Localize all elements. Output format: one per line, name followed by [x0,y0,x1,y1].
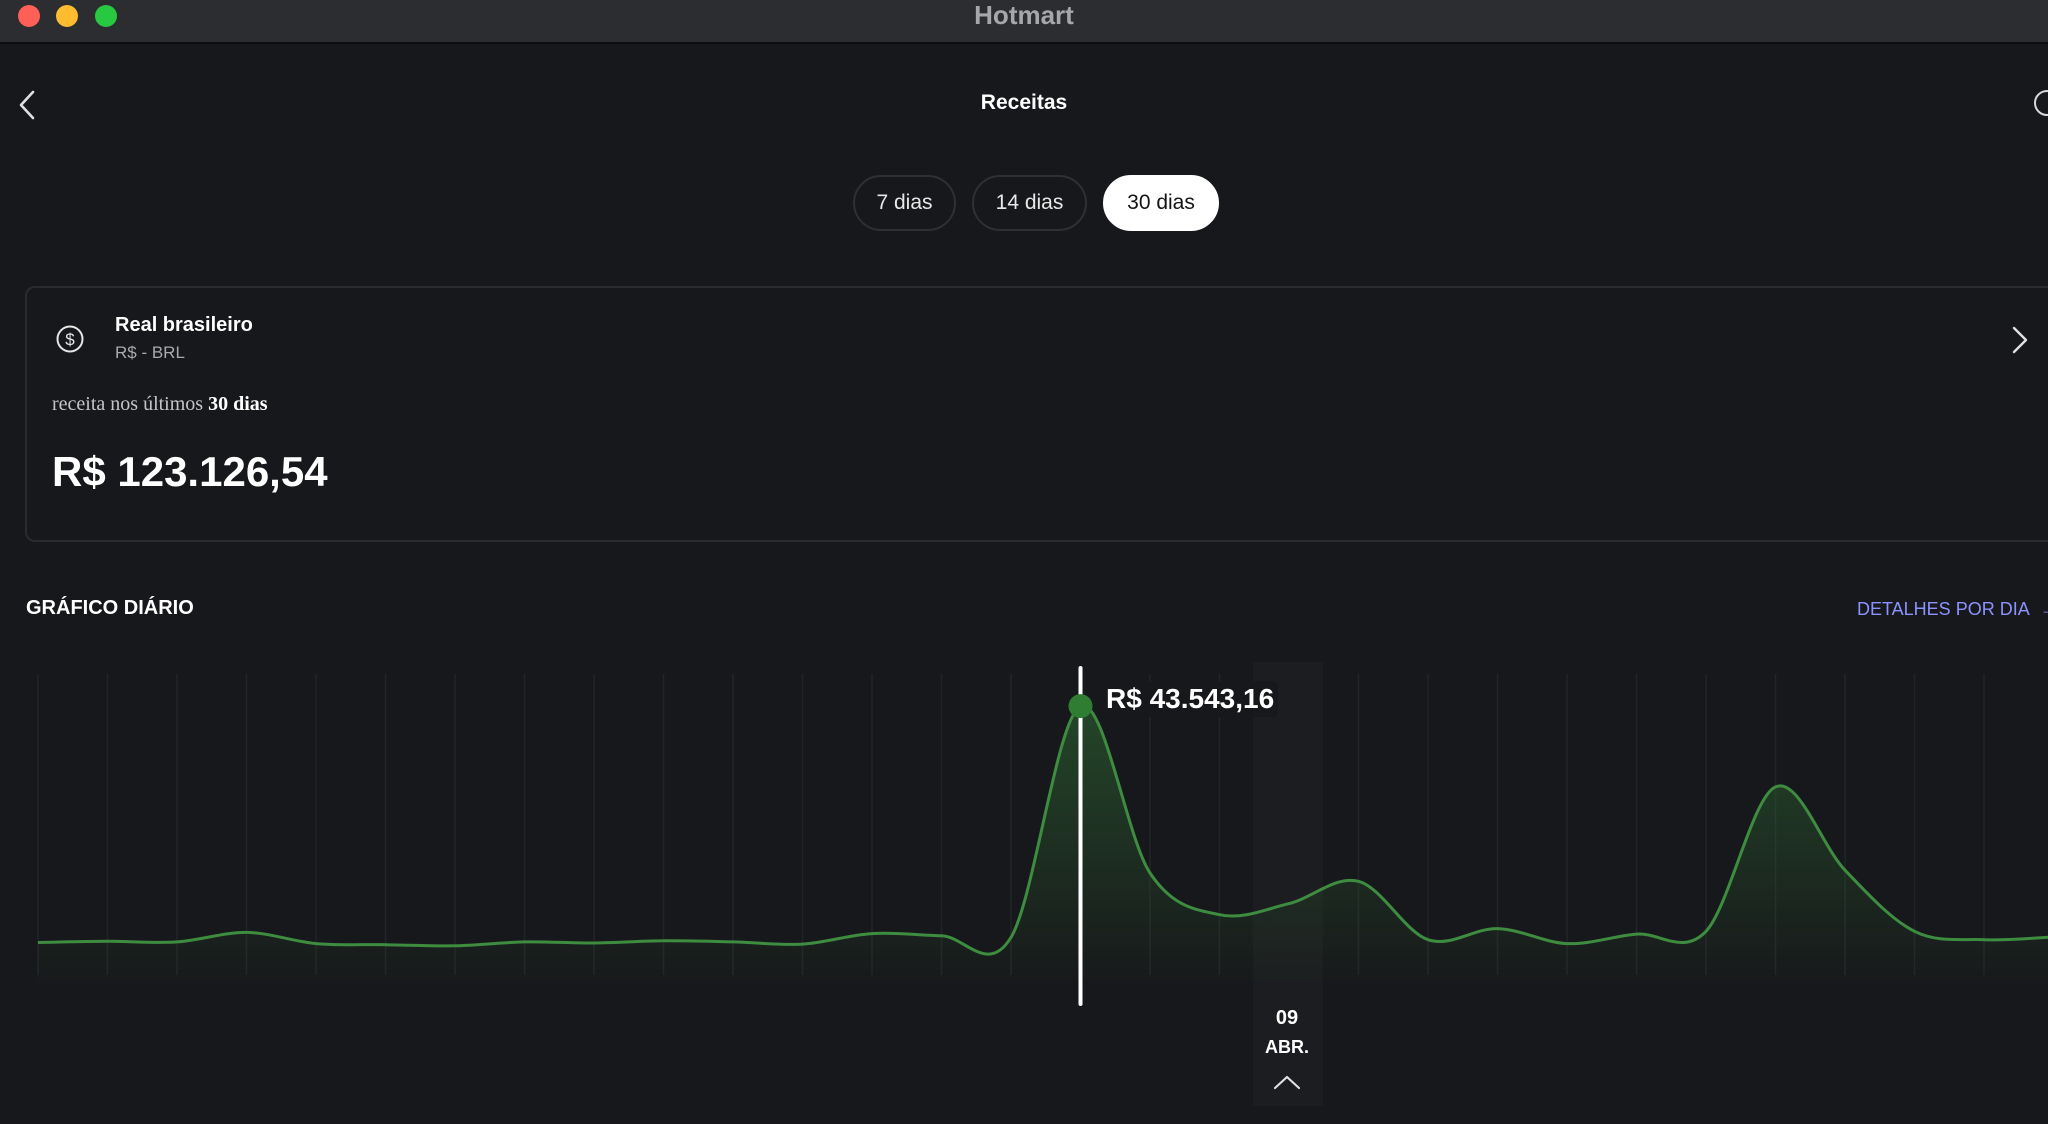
data-point-day-19[interactable] [1279,894,1299,914]
data-point-day-20[interactable] [1349,871,1369,891]
data-point-day-29[interactable] [1974,930,1994,950]
data-point-day-12[interactable] [793,934,813,954]
data-point-day-5[interactable] [306,934,326,954]
period-14-days-button[interactable]: 14 dias [972,175,1087,231]
data-point-day-15[interactable] [1001,927,1021,947]
data-point-day-24[interactable] [1627,924,1647,944]
data-point-day-3[interactable] [167,932,187,952]
selected-point-marker[interactable] [1068,694,1093,719]
period-7-days-button[interactable]: 7 dias [853,175,956,231]
details-by-day-link[interactable]: DETALHES POR DIA [1857,599,2030,620]
data-point-day-26[interactable] [1766,777,1786,797]
data-point-day-6[interactable] [376,935,396,955]
data-point-day-23[interactable] [1557,934,1577,954]
revenue-area [38,705,2048,980]
window-title-bar: Hotmart [0,0,2048,44]
selected-date-day: 09 [1275,1007,1299,1029]
data-point-day-11[interactable] [723,932,743,952]
data-point-day-22[interactable] [1488,919,1508,939]
chevron-up-icon[interactable] [1273,1074,1301,1090]
selected-date-month: ABR. [1265,1037,1309,1057]
tooltip-value: R$ 43.543,16 [1102,681,1279,717]
currency-name: Real brasileiro [115,314,253,336]
revenue-total: R$ 123.126,54 [52,448,328,495]
data-point-day-14[interactable] [932,926,952,946]
data-point-day-10[interactable] [654,931,674,951]
period-30-days-button[interactable]: 30 dias [1103,175,1219,231]
data-point-day-25[interactable] [1696,921,1716,941]
data-point-day-1[interactable] [28,932,48,952]
period-prefix: receita nos últimos [52,393,204,415]
daily-revenue-chart[interactable] [0,650,2048,1120]
period-value: 30 dias [208,393,268,415]
data-point-day-7[interactable] [445,936,465,956]
chevron-right-icon[interactable] [2010,324,2030,356]
svg-text:$: $ [65,330,75,349]
dollar-circle-icon: $ [56,325,84,353]
currency-code: R$ - BRL [115,343,185,362]
daily-chart-title: GRÁFICO DIÁRIO [26,597,194,619]
data-point-day-21[interactable] [1418,930,1438,950]
data-point-day-17[interactable] [1140,863,1160,883]
data-point-day-13[interactable] [862,924,882,944]
data-point-day-9[interactable] [584,933,604,953]
page-title: Receitas [980,91,1068,114]
data-point-day-8[interactable] [515,932,535,952]
currency-card[interactable] [25,286,2048,542]
window-title: Hotmart [974,0,1074,30]
data-point-day-18[interactable] [1210,905,1230,925]
data-point-day-28[interactable] [1905,921,1925,941]
arrow-right-icon[interactable]: → [2040,599,2048,620]
data-point-day-2[interactable] [98,931,118,951]
data-point-day-4[interactable] [237,922,257,942]
data-point-day-27[interactable] [1835,860,1855,880]
revenue-period-caption: receita nos últimos 30 dias [52,393,268,416]
